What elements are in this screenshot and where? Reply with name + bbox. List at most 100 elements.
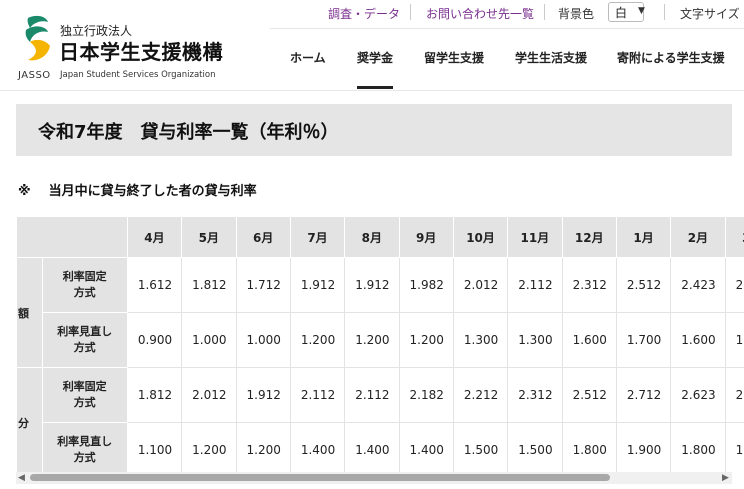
rate-value-cell: 1.500 xyxy=(507,422,563,472)
rate-value-cell: 2.623 xyxy=(670,367,726,423)
table-row: 分利率固定 方式 1.812 2.012 1.912 2.112 2.112 2.182 2.… xyxy=(16,367,744,472)
rate-value-cell: 1.400 xyxy=(398,422,454,472)
rate-value-cell: 1.000 xyxy=(235,312,291,368)
main-nav: ホーム 奨学金 留学生支援 学生生活支援 寄附による学生支援 xyxy=(270,28,744,91)
nav-active-indicator xyxy=(357,86,393,89)
rate-value-cell: 1.612 xyxy=(126,257,183,313)
month-header: 6月 xyxy=(235,216,291,258)
rate-table-scroll-area[interactable]: 4月 5月 6月 7月 8月 9月 10月 11月 12月 1月 2月 3月 額… xyxy=(16,216,744,472)
chevron-down-icon[interactable]: ▼ xyxy=(638,6,645,16)
contact-list-link[interactable]: お問い合わせ先一覧 xyxy=(426,5,534,22)
rate-table: 4月 5月 6月 7月 8月 9月 10月 11月 12月 1月 2月 3月 額… xyxy=(16,216,744,472)
nav-item-intl-student[interactable]: 留学生支援 xyxy=(424,49,484,66)
table-header-row: 4月 5月 6月 7月 8月 9月 10月 11月 12月 1月 2月 3月 xyxy=(16,216,744,258)
rate-value-cell: 1.600 xyxy=(724,312,744,368)
rate-value-cell: 1.400 xyxy=(344,422,400,472)
rate-value-cell: 1.812 xyxy=(181,257,237,313)
rate-value-cell: 1.500 xyxy=(452,422,509,472)
rate-value-cell: 1.100 xyxy=(126,422,183,472)
survey-data-link[interactable]: 調査・データ xyxy=(328,5,400,22)
month-header: 3月 xyxy=(724,216,744,258)
rate-value-cell: 2.512 xyxy=(615,257,672,313)
group-label: 額 xyxy=(16,257,43,368)
rate-value-cell: 2.182 xyxy=(398,367,454,423)
month-header: 2月 xyxy=(670,216,726,258)
rate-type-label: 利率固定 方式 xyxy=(41,257,128,313)
nav-item-donation[interactable]: 寄附による学生支援 xyxy=(617,49,725,66)
rate-value-cell: 1.700 xyxy=(615,312,672,368)
rate-type-label: 利率固定 方式 xyxy=(41,367,128,423)
rate-value-cell: 1.200 xyxy=(398,312,454,368)
nav-item-home[interactable]: ホーム xyxy=(290,49,326,66)
divider xyxy=(544,4,545,20)
rate-value-cell: 1.400 xyxy=(289,422,346,472)
note-mark: ※ xyxy=(18,184,31,199)
month-header: 11月 xyxy=(507,216,563,258)
month-header: 12月 xyxy=(561,216,617,258)
nav-item-scholarship[interactable]: 奨学金 xyxy=(357,49,393,66)
scrollbar-thumb[interactable] xyxy=(30,474,610,481)
note-text: 当月中に貸与終了した者の貸与利率 xyxy=(48,184,257,199)
nav-item-student-life[interactable]: 学生生活支援 xyxy=(515,49,587,66)
rate-type-label: 利率見直し 方式 xyxy=(41,422,128,472)
rate-value-cell: 2.512 xyxy=(561,367,617,423)
rate-value-cell: 1.300 xyxy=(452,312,509,368)
scroll-right-arrow-icon[interactable]: ▶ xyxy=(722,472,729,484)
rate-value-cell: 2.712 xyxy=(615,367,672,423)
rate-value-cell: 1.800 xyxy=(561,422,617,472)
month-header: 9月 xyxy=(398,216,454,258)
month-header: 5月 xyxy=(181,216,237,258)
rate-value-cell: 1.200 xyxy=(289,312,346,368)
rate-value-cell: 2.312 xyxy=(561,257,617,313)
rate-value-cell: 1.712 xyxy=(235,257,291,313)
month-header: 8月 xyxy=(344,216,400,258)
rate-value-cell: 2.212 xyxy=(452,367,509,423)
scroll-left-arrow-icon[interactable]: ◀ xyxy=(18,472,25,484)
font-size-button[interactable]: 文字サイズ xyxy=(680,5,740,22)
rate-value-cell: 1.900 xyxy=(615,422,672,472)
table-row: 利率見直し 方式 1.100 1.200 1.200 1.400 1.400 1.400 1.… xyxy=(17,422,744,472)
month-header: 4月 xyxy=(126,216,183,258)
rate-value-cell: 2.012 xyxy=(452,257,509,313)
rate-value-cell: 0.900 xyxy=(126,312,183,368)
org-name: 日本学生支援機構 xyxy=(59,40,223,64)
table-corner-cell xyxy=(16,216,128,258)
jasso-logo[interactable]: 独立行政法人 日本学生支援機構 JASSO Japan Student Serv… xyxy=(18,12,223,81)
month-header: 7月 xyxy=(289,216,346,258)
month-header: 1月 xyxy=(615,216,672,258)
divider xyxy=(664,4,665,20)
rate-value-cell: 1.300 xyxy=(507,312,563,368)
rate-value-cell: 2.312 xyxy=(507,367,563,423)
rate-value-cell: 1.200 xyxy=(344,312,400,368)
rate-value-cell: 1.912 xyxy=(344,257,400,313)
rate-value-cell: 2.012 xyxy=(181,367,237,423)
rate-value-cell: 2.423 xyxy=(724,257,744,313)
rate-value-cell: 1.812 xyxy=(126,367,183,423)
page-title-box: 令和7年度 貸与利率一覧（年利％） xyxy=(16,104,732,156)
rate-value-cell: 1.800 xyxy=(724,422,744,472)
rate-value-cell: 2.423 xyxy=(670,257,726,313)
table-note: ※ 当月中に貸与終了した者の貸与利率 xyxy=(18,180,257,199)
rate-value-cell: 1.000 xyxy=(181,312,237,368)
header-divider xyxy=(0,90,744,91)
rate-value-cell: 1.200 xyxy=(235,422,291,472)
rate-value-cell: 2.112 xyxy=(507,257,563,313)
utility-bar: 調査・データ お問い合わせ先一覧 背景色 白 ▼ 文字サイズ xyxy=(312,0,744,26)
rate-value-cell: 1.200 xyxy=(181,422,237,472)
horizontal-scrollbar[interactable]: ◀ ▶ xyxy=(16,472,732,484)
rate-value-cell: 2.112 xyxy=(289,367,346,423)
rate-value-cell: 1.912 xyxy=(235,367,291,423)
month-header: 10月 xyxy=(452,216,509,258)
table-row: 利率見直し 方式 0.900 1.000 1.000 1.200 1.200 1.200 1.… xyxy=(17,312,744,368)
jasso-logo-mark-icon xyxy=(25,15,50,61)
rate-value-cell: 2.623 xyxy=(724,367,744,423)
site-header: 独立行政法人 日本学生支援機構 JASSO Japan Student Serv… xyxy=(0,0,744,91)
background-color-label: 背景色 xyxy=(558,7,595,21)
rate-value-cell: 1.912 xyxy=(289,257,346,313)
group-label: 分 xyxy=(16,367,43,472)
rate-value-cell: 1.600 xyxy=(670,312,726,368)
org-english-name: Japan Student Services Organization xyxy=(60,70,216,80)
rate-value-cell: 1.982 xyxy=(398,257,454,313)
divider xyxy=(410,4,411,20)
table-row: 額利率固定 方式 1.612 1.812 1.712 1.912 1.912 1.982 2.… xyxy=(16,257,744,368)
